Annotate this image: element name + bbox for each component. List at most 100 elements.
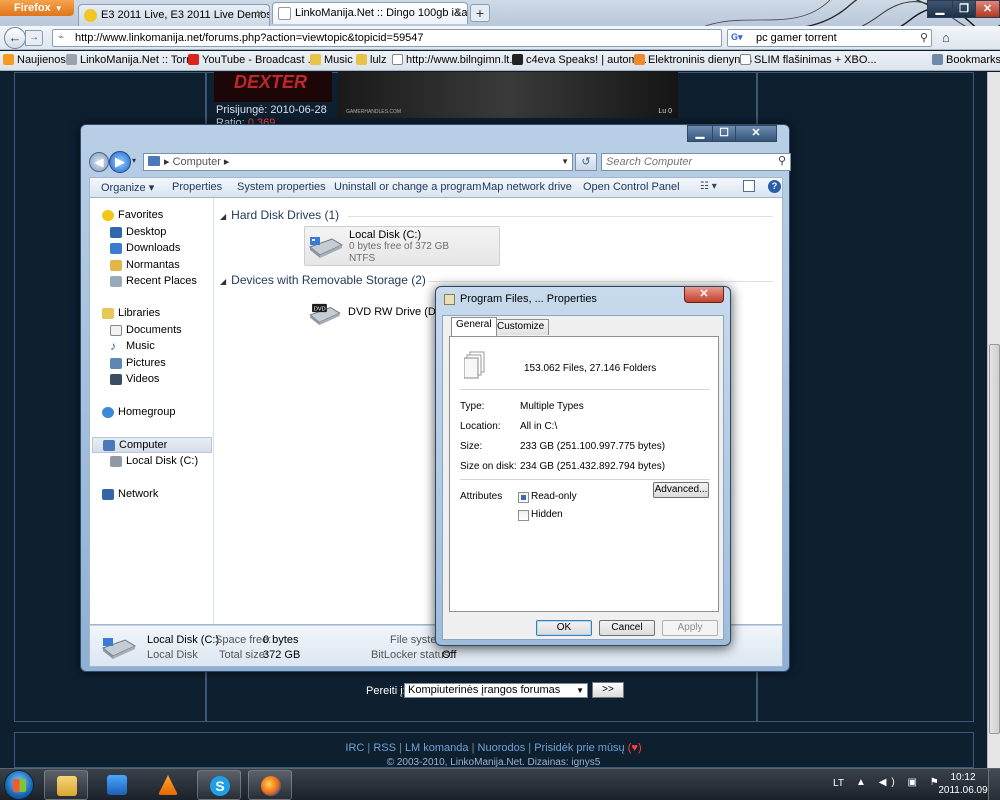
preview-pane-icon[interactable]	[743, 180, 755, 192]
tab-customize[interactable]: Customize	[492, 319, 550, 335]
footer-link-join[interactable]: Prisidėk prie mūsų	[534, 742, 624, 754]
taskbar-vlc[interactable]	[146, 770, 190, 800]
bookmark-elektroninis-dienynas[interactable]: Elektroninis dienynas	[634, 54, 752, 66]
nav-videos[interactable]: Videos	[90, 372, 212, 388]
tab-general[interactable]: General	[451, 317, 497, 336]
nav-libraries[interactable]: Libraries	[90, 306, 212, 322]
bookmark-c4eva[interactable]: c4eva Speaks! | autom...	[512, 54, 647, 66]
search-icon[interactable]: ⚲	[778, 154, 786, 167]
properties-button[interactable]: Properties	[172, 181, 222, 193]
firefox-menu-button[interactable]: Firefox ▼	[0, 0, 74, 16]
ok-button[interactable]: OK	[536, 620, 592, 636]
google-icon[interactable]: G▾	[731, 32, 745, 44]
url-input[interactable]	[75, 31, 665, 45]
taskbar-explorer[interactable]	[44, 770, 88, 800]
group-header-removable[interactable]: ◢ Devices with Removable Storage (2)	[220, 273, 426, 287]
system-properties-button[interactable]: System properties	[237, 181, 326, 193]
show-desktop-button[interactable]	[988, 769, 1000, 800]
taskbar-firefox[interactable]	[248, 770, 292, 800]
readonly-label[interactable]: Read-only	[531, 491, 577, 502]
bookmark-linkomanija[interactable]: LinkoManija.Net :: Torr...	[66, 54, 198, 66]
page-scrollbar-thumb[interactable]	[989, 344, 1000, 734]
nav-local-disk[interactable]: Local Disk (C:)	[90, 454, 212, 470]
explorer-search-box[interactable]: ⚲	[601, 153, 791, 171]
home-icon[interactable]: ⌂	[942, 30, 950, 45]
taskbar-media-player[interactable]	[95, 770, 139, 800]
nav-pictures[interactable]: Pictures	[90, 356, 212, 372]
cancel-button[interactable]: Cancel	[599, 620, 655, 636]
footer-link-rss[interactable]: RSS	[373, 742, 396, 754]
hidden-checkbox[interactable]	[518, 510, 529, 521]
nav-normantas[interactable]: Normantas	[90, 258, 212, 274]
close-tab-icon[interactable]: ✕	[454, 3, 462, 23]
collapse-icon[interactable]: ◢	[220, 212, 226, 221]
refresh-button[interactable]: ↺	[575, 153, 597, 171]
change-view-icon[interactable]: ☷ ▾	[700, 181, 717, 192]
open-control-panel-button[interactable]: Open Control Panel	[583, 181, 680, 193]
language-indicator[interactable]: LT	[833, 778, 844, 789]
start-button[interactable]	[4, 770, 34, 800]
forum-jump-select[interactable]: Kompiuterinės įrangos forumas ▼	[404, 683, 588, 698]
volume-icon[interactable]: ◀)	[879, 777, 900, 788]
back-button[interactable]: ←	[4, 27, 26, 49]
group-header-hdd[interactable]: ◢ Hard Disk Drives (1)	[220, 208, 339, 222]
help-icon[interactable]: ?	[768, 180, 781, 193]
search-bar[interactable]: G▾ ⚲	[727, 29, 932, 47]
bookmark-lulz[interactable]: lulz	[356, 54, 387, 66]
bookmarks-menu[interactable]: Bookmarks	[932, 54, 1000, 66]
show-hidden-icons-icon[interactable]: ▲	[856, 777, 871, 788]
map-network-drive-button[interactable]: Map network drive	[482, 181, 572, 193]
bookmark-youtube[interactable]: YouTube - Broadcast ...	[188, 54, 317, 66]
minimize-button[interactable]: ▁	[927, 0, 953, 18]
close-dialog-button[interactable]: ✕	[684, 287, 724, 303]
nav-computer[interactable]: Computer	[92, 437, 212, 453]
drive-local-disk-c[interactable]: Local Disk (C:) 0 bytes free of 372 GB N…	[304, 226, 500, 266]
clock-date[interactable]: 2011.06.09	[934, 785, 992, 796]
address-bar[interactable]: ▸ Computer ▸ ▼	[143, 153, 573, 171]
network-icon[interactable]: ▣	[908, 777, 922, 788]
nav-homegroup[interactable]: Homegroup	[90, 405, 212, 421]
nav-favorites[interactable]: Favorites	[90, 208, 212, 224]
tab-e3[interactable]: E3 2011 Live, E3 2011 Live Demos - G... …	[78, 4, 270, 26]
nav-recent-places[interactable]: Recent Places	[90, 274, 212, 290]
close-window-button[interactable]: ✕	[735, 125, 777, 142]
forum-jump-go-button[interactable]: >>	[592, 682, 624, 698]
hidden-label[interactable]: Hidden	[531, 509, 563, 520]
close-window-button[interactable]: ✕	[975, 0, 1000, 18]
footer-link-links[interactable]: Nuorodos	[478, 742, 526, 754]
bookmark-slim[interactable]: SLIM flašinimas + XBO...	[740, 54, 877, 66]
close-tab-icon[interactable]: ✕	[256, 5, 264, 25]
nav-music[interactable]: ♪ Music	[90, 339, 212, 355]
nav-desktop[interactable]: Desktop	[90, 225, 212, 241]
footer-link-irc[interactable]: IRC	[345, 742, 364, 754]
taskbar-skype[interactable]: S	[197, 770, 241, 800]
back-button[interactable]: ◀	[89, 152, 109, 172]
url-bar[interactable]: ⌁ ☆ ▾ ↻	[52, 29, 766, 47]
clock-time[interactable]: 10:12	[938, 772, 988, 783]
readonly-checkbox[interactable]	[518, 492, 529, 503]
collapse-icon[interactable]: ◢	[220, 277, 226, 286]
restore-button[interactable]: ❐	[952, 0, 976, 18]
nav-network[interactable]: Network	[90, 487, 212, 503]
advanced-button[interactable]: Advanced...	[653, 482, 709, 498]
page-scrollbar[interactable]	[987, 72, 1000, 768]
breadcrumb-computer[interactable]: Computer	[173, 156, 221, 168]
footer-link-team[interactable]: LM komanda	[405, 742, 469, 754]
forward-button[interactable]: ▶	[109, 151, 131, 173]
organize-button[interactable]: Organize ▾	[101, 181, 154, 194]
maximize-button[interactable]: ☐	[712, 125, 736, 142]
uninstall-program-button[interactable]: Uninstall or change a program	[334, 181, 481, 193]
new-tab-button[interactable]: +	[470, 4, 490, 22]
search-icon[interactable]: ⚲	[920, 31, 928, 44]
minimize-button[interactable]: ▁	[687, 125, 713, 142]
search-input[interactable]	[756, 31, 906, 45]
bookmark-music[interactable]: Music	[310, 54, 353, 66]
nav-documents[interactable]: Documents	[90, 323, 212, 339]
tab-linkomanija[interactable]: LinkoManija.Net :: Dingo 100gb i&a... ✕	[272, 2, 468, 24]
nav-downloads[interactable]: Downloads	[90, 241, 212, 257]
apply-button[interactable]: Apply	[662, 620, 718, 636]
explorer-search-input[interactable]	[606, 155, 766, 169]
forward-button[interactable]: →	[25, 30, 43, 46]
bookmark-naujienos[interactable]: Naujienos	[3, 54, 66, 66]
recent-pages-dropdown-icon[interactable]: ▾	[132, 156, 136, 165]
